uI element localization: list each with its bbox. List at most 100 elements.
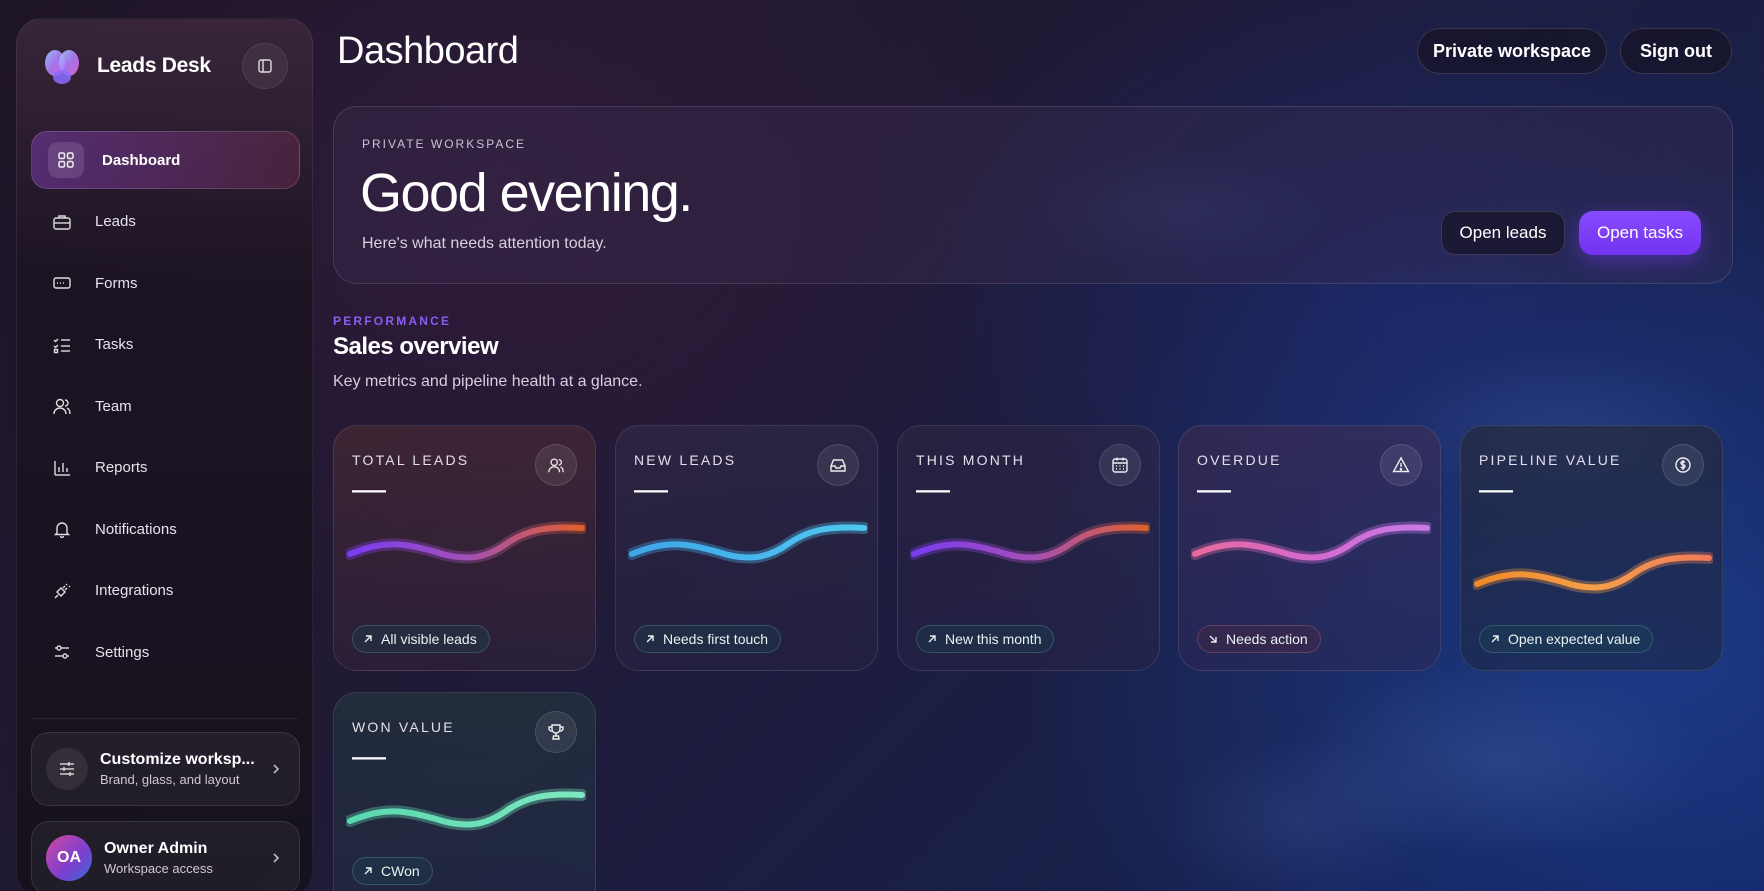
sparkline bbox=[1191, 521, 1431, 564]
arrow-up-right-icon bbox=[928, 635, 936, 643]
arrow-down-right-icon bbox=[1209, 635, 1217, 643]
users-icon bbox=[47, 391, 77, 421]
metric-chip: All visible leads bbox=[352, 625, 490, 653]
metric-chip-label: Open expected value bbox=[1508, 631, 1641, 647]
sidebar-item-label: Settings bbox=[95, 643, 150, 661]
section-eyebrow: PERFORMANCE bbox=[333, 314, 452, 328]
metric-card-new-leads[interactable]: NEW LEADS — Needs first touch bbox=[615, 425, 878, 671]
sidebar-item-label: Forms bbox=[95, 274, 138, 292]
greeting: Good evening. bbox=[360, 163, 693, 223]
calendar-icon bbox=[1099, 444, 1141, 486]
metric-label: PIPELINE VALUE bbox=[1479, 452, 1622, 468]
sparkline bbox=[346, 788, 586, 831]
metric-card-overdue[interactable]: OVERDUE — Needs action bbox=[1178, 425, 1441, 671]
metric-chip: CWon bbox=[352, 857, 433, 885]
sidebar-item-leads[interactable]: Leads bbox=[31, 193, 300, 251]
sign-out-button[interactable]: Sign out bbox=[1620, 28, 1732, 74]
sidebar-item-label: Reports bbox=[95, 459, 148, 476]
sparkline bbox=[1473, 551, 1713, 594]
metric-value: — bbox=[1479, 470, 1513, 508]
grid-icon bbox=[48, 142, 84, 178]
sidebar-item-notifications[interactable]: Notifications bbox=[31, 500, 300, 558]
collapse-sidebar-button[interactable] bbox=[242, 43, 288, 89]
customize-sliders-icon bbox=[46, 748, 88, 790]
inbox-icon bbox=[817, 444, 859, 486]
metric-card-this-month[interactable]: THIS MONTH — New this month bbox=[897, 425, 1160, 671]
bar-chart-icon bbox=[47, 453, 77, 483]
sidebar-item-forms[interactable]: Forms bbox=[31, 254, 300, 312]
arrow-up-right-icon bbox=[364, 867, 372, 875]
bell-icon bbox=[47, 514, 77, 544]
user-name: Owner Admin bbox=[104, 840, 208, 857]
checklist-icon bbox=[47, 330, 77, 360]
metric-card-won-value[interactable]: WON VALUE — CWon bbox=[333, 692, 596, 891]
metric-chip-label: Needs first touch bbox=[663, 631, 769, 647]
user-role: Workspace access bbox=[104, 861, 213, 876]
briefcase-icon bbox=[47, 207, 77, 237]
trophy-icon bbox=[535, 711, 577, 753]
metric-value: — bbox=[352, 737, 386, 775]
hero-subtitle: Here's what needs attention today. bbox=[362, 235, 607, 252]
page-title: Dashboard bbox=[337, 30, 519, 72]
metric-value: — bbox=[1197, 470, 1231, 508]
customize-subtitle: Brand, glass, and layout bbox=[100, 772, 240, 787]
metric-chip-label: CWon bbox=[381, 863, 420, 879]
metric-card-total-leads[interactable]: TOTAL LEADS — All visible leads bbox=[333, 425, 596, 671]
open-tasks-button[interactable]: Open tasks bbox=[1579, 211, 1701, 255]
customize-title: Customize worksp... bbox=[100, 751, 255, 768]
sidebar-item-dashboard[interactable]: Dashboard bbox=[31, 131, 300, 189]
sidebar-item-integrations[interactable]: Integrations bbox=[31, 562, 300, 620]
sidebar-item-label: Dashboard bbox=[102, 151, 181, 169]
metric-label: OVERDUE bbox=[1197, 452, 1282, 468]
welcome-card: PRIVATE WORKSPACE Good evening. Here's w… bbox=[333, 106, 1733, 284]
sparkline bbox=[910, 521, 1150, 564]
sidebar-item-tasks[interactable]: Tasks bbox=[31, 316, 300, 374]
metric-value: — bbox=[916, 470, 950, 508]
metric-label: TOTAL LEADS bbox=[352, 452, 470, 468]
private-workspace-button[interactable]: Private workspace bbox=[1417, 28, 1607, 74]
plug-icon bbox=[47, 576, 77, 606]
metric-chip: Needs action bbox=[1197, 625, 1321, 653]
metric-chip: Open expected value bbox=[1479, 625, 1654, 653]
sliders-icon bbox=[47, 637, 77, 667]
section-subtitle: Key metrics and pipeline health at a gla… bbox=[333, 373, 643, 390]
metric-card-pipeline-value[interactable]: PIPELINE VALUE — Open expected value bbox=[1460, 425, 1723, 671]
chevron-right-icon bbox=[273, 853, 280, 863]
sidebar-toggle-icon bbox=[258, 59, 272, 73]
sidebar-divider bbox=[31, 718, 298, 719]
metric-chip-label: Needs action bbox=[1226, 631, 1308, 647]
arrow-up-right-icon bbox=[1491, 635, 1499, 643]
sidebar-item-reports[interactable]: Reports bbox=[31, 439, 300, 497]
sparkline bbox=[628, 521, 868, 564]
arrow-up-right-icon bbox=[364, 635, 372, 643]
customize-workspace-button[interactable]: Customize worksp... Brand, glass, and la… bbox=[31, 732, 300, 806]
sidebar-item-team[interactable]: Team bbox=[31, 377, 300, 435]
arrow-up-right-icon bbox=[646, 635, 654, 643]
sidebar: Leads Desk Dashboard Leads Forms Tasks T… bbox=[16, 18, 313, 891]
sidebar-item-settings[interactable]: Settings bbox=[31, 623, 300, 681]
metric-value: — bbox=[352, 470, 386, 508]
brand: Leads Desk bbox=[41, 45, 211, 87]
metric-chip: New this month bbox=[916, 625, 1055, 653]
open-leads-button[interactable]: Open leads bbox=[1441, 211, 1565, 255]
metric-label: WON VALUE bbox=[352, 719, 455, 735]
metric-chip-label: New this month bbox=[945, 631, 1042, 647]
metric-value: — bbox=[634, 470, 668, 508]
sidebar-item-label: Notifications bbox=[95, 520, 177, 538]
chevron-right-icon bbox=[273, 764, 280, 774]
form-icon bbox=[47, 268, 77, 298]
metric-label: THIS MONTH bbox=[916, 452, 1026, 468]
user-account-button[interactable]: OA Owner Admin Workspace access bbox=[31, 821, 300, 891]
leads-desk-logo-icon bbox=[41, 45, 83, 87]
sidebar-item-label: Team bbox=[95, 397, 132, 415]
sidebar-item-label: Tasks bbox=[95, 336, 134, 353]
metric-label: NEW LEADS bbox=[634, 452, 737, 468]
app-name: Leads Desk bbox=[97, 54, 211, 77]
metric-chip-label: All visible leads bbox=[381, 631, 477, 647]
avatar: OA bbox=[46, 835, 92, 881]
warning-icon bbox=[1380, 444, 1422, 486]
metric-chip: Needs first touch bbox=[634, 625, 782, 653]
dollar-icon bbox=[1662, 444, 1704, 486]
sidebar-item-label: Integrations bbox=[95, 582, 174, 599]
users-icon bbox=[535, 444, 577, 486]
